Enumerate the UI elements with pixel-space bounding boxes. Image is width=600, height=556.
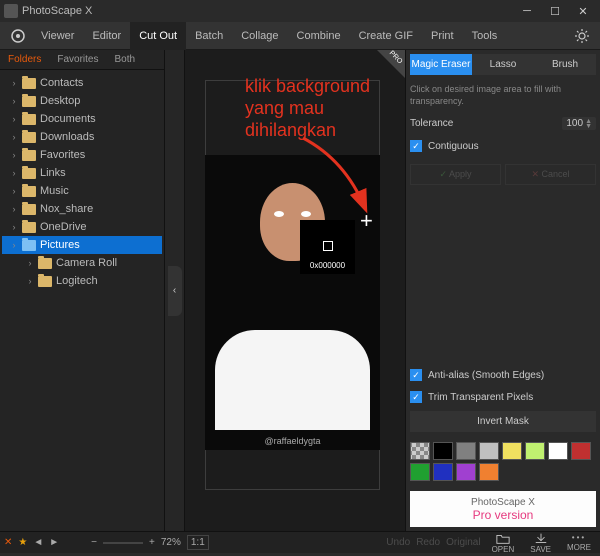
redo-button[interactable]: Redo: [416, 537, 440, 548]
swatch-20a030[interactable]: [410, 463, 430, 481]
more-button[interactable]: ••• MORE: [562, 531, 596, 554]
zoom-actual[interactable]: 1:1: [187, 535, 209, 550]
app-title: PhotoScape X: [22, 5, 92, 17]
sidebar-tab-both[interactable]: Both: [106, 50, 143, 69]
close-file-icon[interactable]: ✕: [4, 537, 12, 548]
next-icon[interactable]: ►: [49, 537, 59, 548]
main-toolbar: ViewerEditorCut OutBatchCollageCombineCr…: [0, 22, 600, 50]
image[interactable]: @raffaeldygta: [205, 155, 380, 450]
swatch-808080[interactable]: [456, 442, 476, 460]
canvas-area: ‹ @raffaeldygta PRO klik background yang…: [165, 50, 405, 531]
tab-viewer[interactable]: Viewer: [32, 22, 83, 50]
folder-favorites[interactable]: ›Favorites: [2, 146, 162, 164]
trim-checkbox[interactable]: ✓: [410, 391, 422, 403]
tolerance-label: Tolerance: [410, 118, 453, 129]
swatch-f0e060[interactable]: [502, 442, 522, 460]
collapse-panel-button[interactable]: ‹: [168, 266, 182, 316]
tool-tab-magic-eraser[interactable]: Magic Eraser: [410, 54, 472, 75]
titlebar: PhotoScape X ─ ☐ ✕: [0, 0, 600, 22]
folder-camera-roll[interactable]: ›Camera Roll: [2, 254, 162, 272]
save-button[interactable]: SAVE: [525, 530, 556, 556]
folder-onedrive[interactable]: ›OneDrive: [2, 218, 162, 236]
swatch-c03030[interactable]: [571, 442, 591, 460]
swatch-a040d0[interactable]: [456, 463, 476, 481]
apply-button[interactable]: ✓ Apply: [410, 164, 501, 185]
contiguous-checkbox[interactable]: ✓: [410, 140, 422, 152]
swatch-c0f070[interactable]: [525, 442, 545, 460]
antialias-checkbox[interactable]: ✓: [410, 369, 422, 381]
settings-icon[interactable]: [570, 24, 594, 48]
folder-contacts[interactable]: ›Contacts: [2, 74, 162, 92]
tolerance-input[interactable]: 100 ▲▼: [562, 117, 596, 130]
swatch-2030c0[interactable]: [433, 463, 453, 481]
status-bar: ✕ ★ ◄ ► − + 72% 1:1 Undo Redo Original O…: [0, 531, 600, 553]
folder-tree: ›Contacts›Desktop›Documents›Downloads›Fa…: [0, 70, 164, 294]
swatch-checker[interactable]: [410, 442, 430, 460]
color-tooltip: 0x000000: [300, 220, 355, 274]
open-button[interactable]: OPEN: [487, 530, 520, 556]
contiguous-label: Contiguous: [428, 141, 479, 152]
zoom-out-icon[interactable]: −: [91, 537, 97, 548]
folder-music[interactable]: ›Music: [2, 182, 162, 200]
antialias-label: Anti-alias (Smooth Edges): [428, 370, 544, 381]
folder-nox_share[interactable]: ›Nox_share: [2, 200, 162, 218]
original-button[interactable]: Original: [446, 537, 480, 548]
zoom-value[interactable]: 72%: [161, 537, 181, 548]
swatch-f08030[interactable]: [479, 463, 499, 481]
tab-create-gif[interactable]: Create GIF: [350, 22, 422, 50]
favorite-icon[interactable]: ★: [18, 537, 27, 548]
prev-icon[interactable]: ◄: [33, 537, 43, 548]
tool-panel: Magic EraserLassoBrush Click on desired …: [405, 50, 600, 531]
tab-collage[interactable]: Collage: [232, 22, 287, 50]
undo-button[interactable]: Undo: [386, 537, 410, 548]
cancel-button[interactable]: ✕ Cancel: [505, 164, 596, 185]
swatch-c0c0c0[interactable]: [479, 442, 499, 460]
invert-mask-button[interactable]: Invert Mask: [410, 411, 596, 432]
maximize-button[interactable]: ☐: [542, 2, 568, 20]
folder-pictures[interactable]: ›Pictures: [2, 236, 162, 254]
tab-combine[interactable]: Combine: [288, 22, 350, 50]
tool-hint: Click on desired image area to fill with…: [410, 81, 596, 109]
sidebar: FoldersFavoritesBoth ›Contacts›Desktop›D…: [0, 50, 165, 531]
zoom-in-icon[interactable]: +: [149, 537, 155, 548]
color-swatches: [410, 438, 596, 485]
tab-editor[interactable]: Editor: [83, 22, 130, 50]
pro-version-ad[interactable]: PhotoScape X Pro version: [410, 491, 596, 527]
folder-links[interactable]: ›Links: [2, 164, 162, 182]
home-icon[interactable]: [6, 24, 30, 48]
folder-downloads[interactable]: ›Downloads: [2, 128, 162, 146]
folder-documents[interactable]: ›Documents: [2, 110, 162, 128]
sidebar-tab-folders[interactable]: Folders: [0, 50, 49, 69]
watermark: @raffaeldygta: [205, 436, 380, 446]
folder-logitech[interactable]: ›Logitech: [2, 272, 162, 290]
app-icon: [4, 4, 18, 18]
swatch-000000[interactable]: [433, 442, 453, 460]
trim-label: Trim Transparent Pixels: [428, 392, 533, 403]
sidebar-tab-favorites[interactable]: Favorites: [49, 50, 106, 69]
tab-cut-out[interactable]: Cut Out: [130, 22, 186, 50]
tab-batch[interactable]: Batch: [186, 22, 232, 50]
tab-print[interactable]: Print: [422, 22, 463, 50]
eyedropper-cursor: +: [360, 208, 373, 234]
zoom-slider[interactable]: [103, 542, 143, 544]
folder-desktop[interactable]: ›Desktop: [2, 92, 162, 110]
tab-tools[interactable]: Tools: [463, 22, 507, 50]
thumbnail-strip: ‹: [165, 50, 185, 531]
swatch-ffffff[interactable]: [548, 442, 568, 460]
minimize-button[interactable]: ─: [514, 2, 540, 20]
close-button[interactable]: ✕: [570, 2, 596, 20]
tool-tab-brush[interactable]: Brush: [534, 54, 596, 75]
tool-tab-lasso[interactable]: Lasso: [472, 54, 534, 75]
